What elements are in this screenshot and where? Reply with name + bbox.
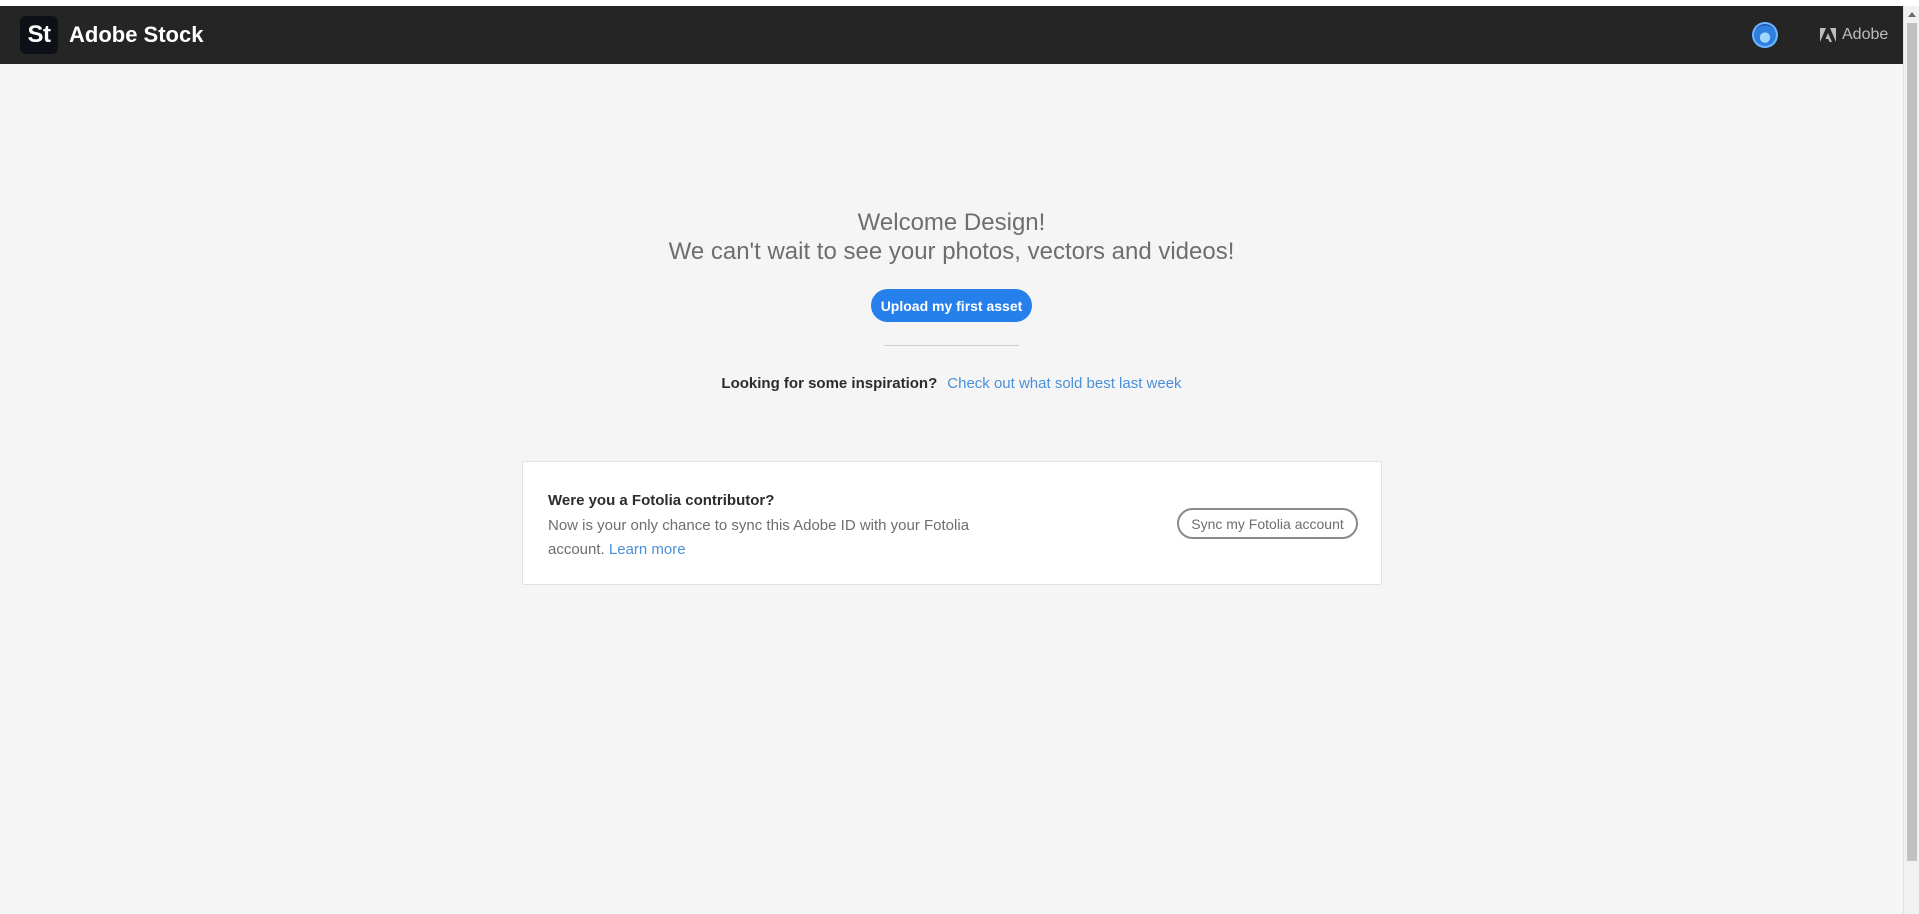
inspiration-question: Looking for some inspiration? [721, 375, 938, 392]
main-content: Welcome Design! We can't wait to see you… [0, 64, 1903, 914]
best-sellers-link[interactable]: Check out what sold best last week [947, 375, 1181, 392]
brand-title[interactable]: Adobe Stock [69, 6, 203, 64]
adobe-link-label: Adobe [1842, 26, 1889, 43]
top-navigation-bar: St Adobe Stock Adobe [0, 6, 1903, 64]
vertical-scrollbar[interactable] [1903, 6, 1919, 914]
inspiration-row: Looking for some inspiration? Check out … [0, 375, 1903, 392]
upload-first-asset-button[interactable]: Upload my first asset [871, 289, 1032, 322]
adobe-stock-logo-icon[interactable]: St [20, 16, 58, 54]
chevron-up-icon[interactable] [1904, 6, 1919, 22]
fotolia-sync-card: Were you a Fotolia contributor? Now is y… [522, 461, 1382, 585]
welcome-heading: Welcome Design! [857, 209, 1046, 236]
browser-viewport: St Adobe Stock Adobe Welcome Design! We … [0, 0, 1919, 914]
sync-fotolia-account-button[interactable]: Sync my Fotolia account [1177, 508, 1358, 539]
scrollbar-thumb[interactable] [1907, 23, 1917, 861]
user-avatar-icon[interactable] [1752, 22, 1778, 48]
fotolia-card-title: Were you a Fotolia contributor? [548, 492, 775, 509]
section-divider [884, 345, 1019, 346]
adobe-logo-icon [1820, 28, 1836, 42]
adobe-home-link[interactable]: Adobe [1820, 6, 1888, 64]
learn-more-link[interactable]: Learn more [609, 541, 686, 558]
fotolia-card-body: Now is your only chance to sync this Ado… [548, 514, 978, 562]
welcome-subheading: We can't wait to see your photos, vector… [668, 238, 1235, 265]
welcome-message: Welcome Design! We can't wait to see you… [0, 208, 1903, 266]
